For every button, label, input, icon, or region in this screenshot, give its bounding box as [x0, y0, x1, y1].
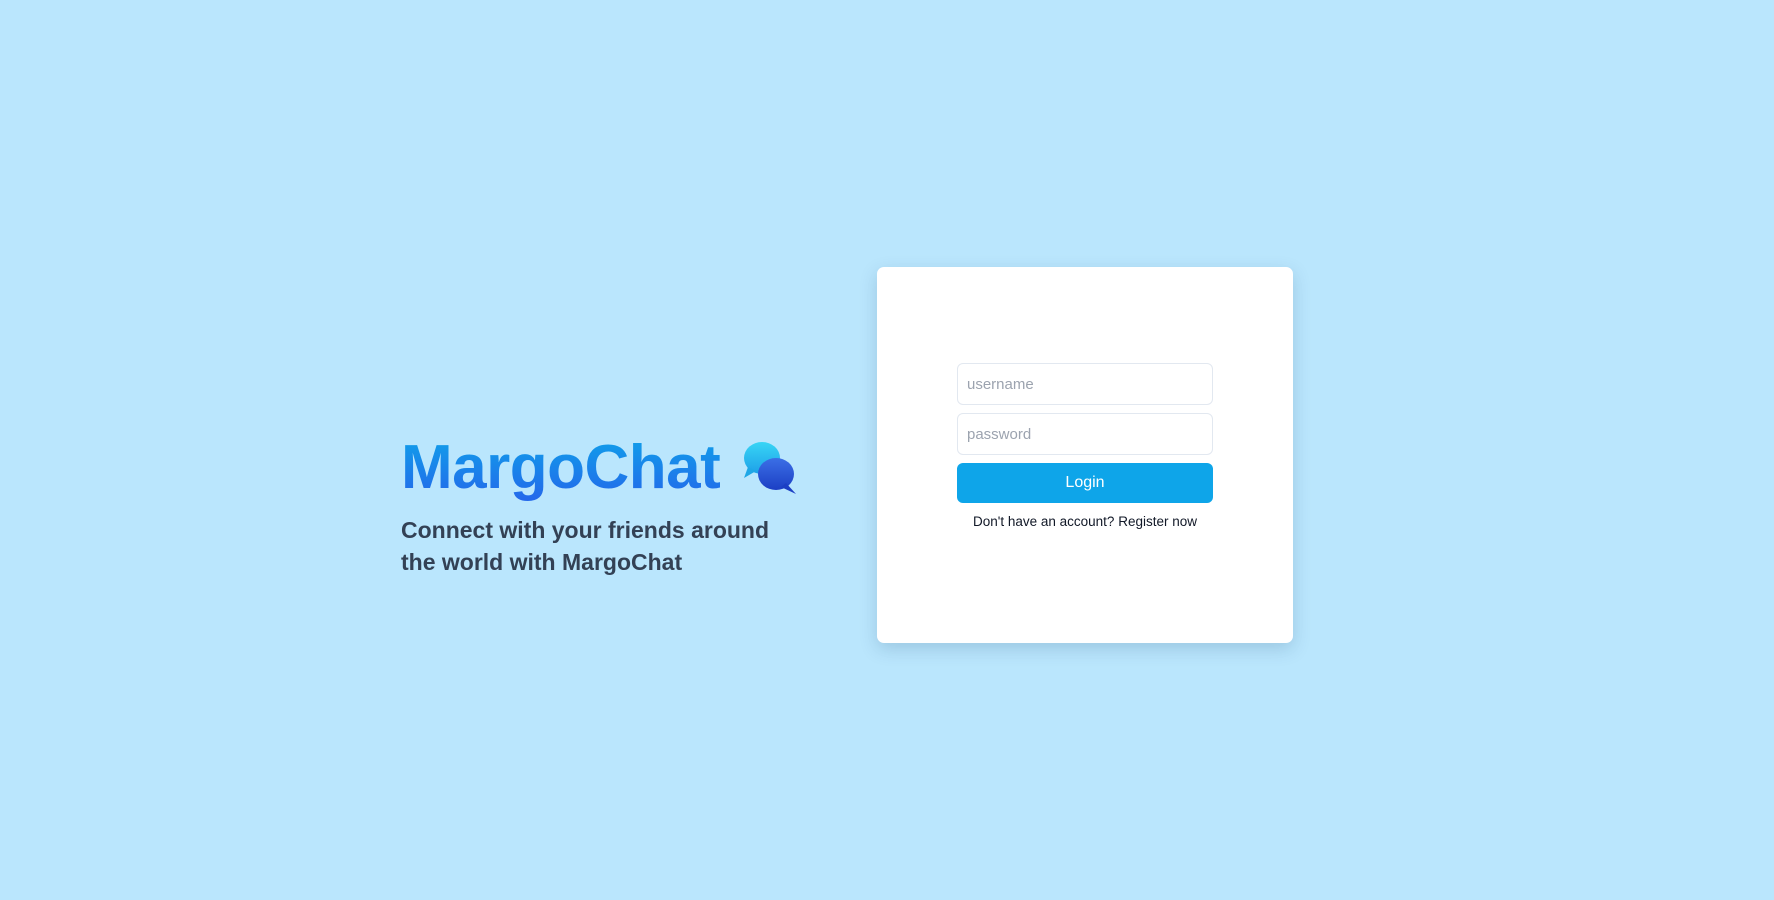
password-input[interactable]	[957, 413, 1213, 455]
username-input[interactable]	[957, 363, 1213, 405]
login-form: Login Don't have an account? Register no…	[957, 363, 1213, 531]
login-button[interactable]: Login	[957, 463, 1213, 503]
app-title: MargoChat	[401, 430, 721, 506]
login-page: MargoChat Connect with your friends arou…	[0, 0, 1774, 900]
brand-row: MargoChat	[401, 428, 821, 508]
chat-bubbles-icon	[744, 442, 797, 494]
branding-section: MargoChat Connect with your friends arou…	[401, 428, 821, 578]
login-card: Login Don't have an account? Register no…	[877, 267, 1293, 643]
register-prompt-text: Don't have an account?	[973, 514, 1115, 529]
tagline: Connect with your friends around the wor…	[401, 517, 770, 575]
register-prompt-line: Don't have an account? Register now	[957, 513, 1213, 531]
register-link[interactable]: Register now	[1118, 514, 1197, 529]
